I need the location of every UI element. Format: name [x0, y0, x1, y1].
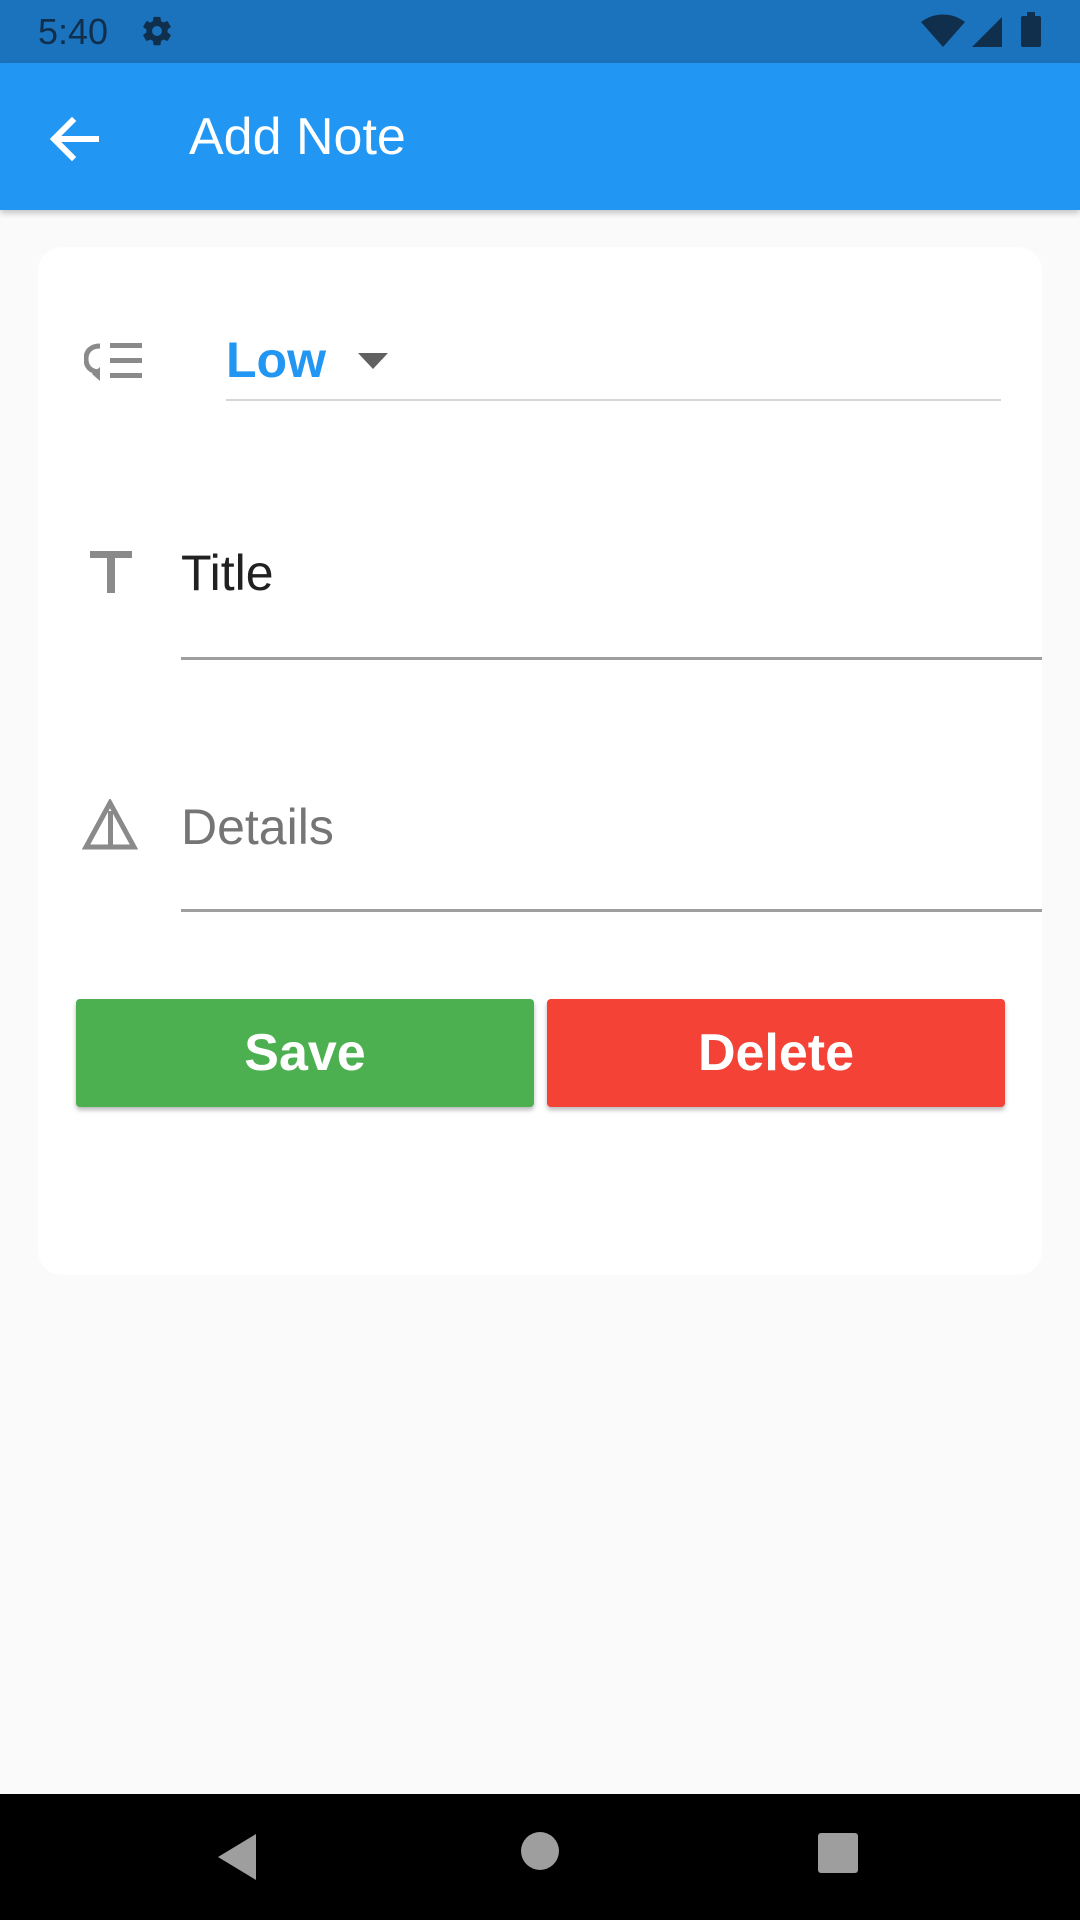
- system-nav-bar: [0, 1794, 1080, 1920]
- page-title: Add Note: [189, 108, 406, 166]
- battery-icon: [1021, 12, 1041, 47]
- warning-triangle-icon: [82, 799, 138, 850]
- priority-selected-value: Low: [226, 332, 326, 388]
- title-input-value: Title: [181, 545, 274, 601]
- priority-list-icon: [84, 343, 142, 381]
- screen: 5:40 Add Note Low Title Details Save Del…: [0, 0, 1080, 1920]
- details-input-placeholder: Details: [181, 799, 334, 855]
- gear-icon: [143, 16, 171, 46]
- cell-signal-icon: [972, 17, 1002, 47]
- title-input[interactable]: Title: [181, 527, 1042, 660]
- priority-dropdown[interactable]: Low: [226, 327, 1001, 401]
- wifi-icon: [921, 14, 965, 47]
- delete-button[interactable]: Delete: [547, 999, 1005, 1107]
- nav-recents-icon[interactable]: [817, 1832, 859, 1874]
- nav-home-icon[interactable]: [520, 1831, 560, 1871]
- note-form-card: Low Title Details Save Delete: [38, 247, 1042, 1275]
- app-bar: Add Note: [0, 63, 1080, 210]
- arrow-back-icon[interactable]: [38, 103, 110, 175]
- status-time: 5:40: [38, 11, 109, 52]
- details-input[interactable]: Details: [181, 777, 1042, 912]
- nav-back-icon[interactable]: [214, 1832, 264, 1882]
- text-title-icon: [90, 551, 132, 593]
- status-bar: 5:40: [0, 0, 1080, 63]
- chevron-down-icon: [358, 353, 388, 369]
- save-button[interactable]: Save: [76, 999, 534, 1107]
